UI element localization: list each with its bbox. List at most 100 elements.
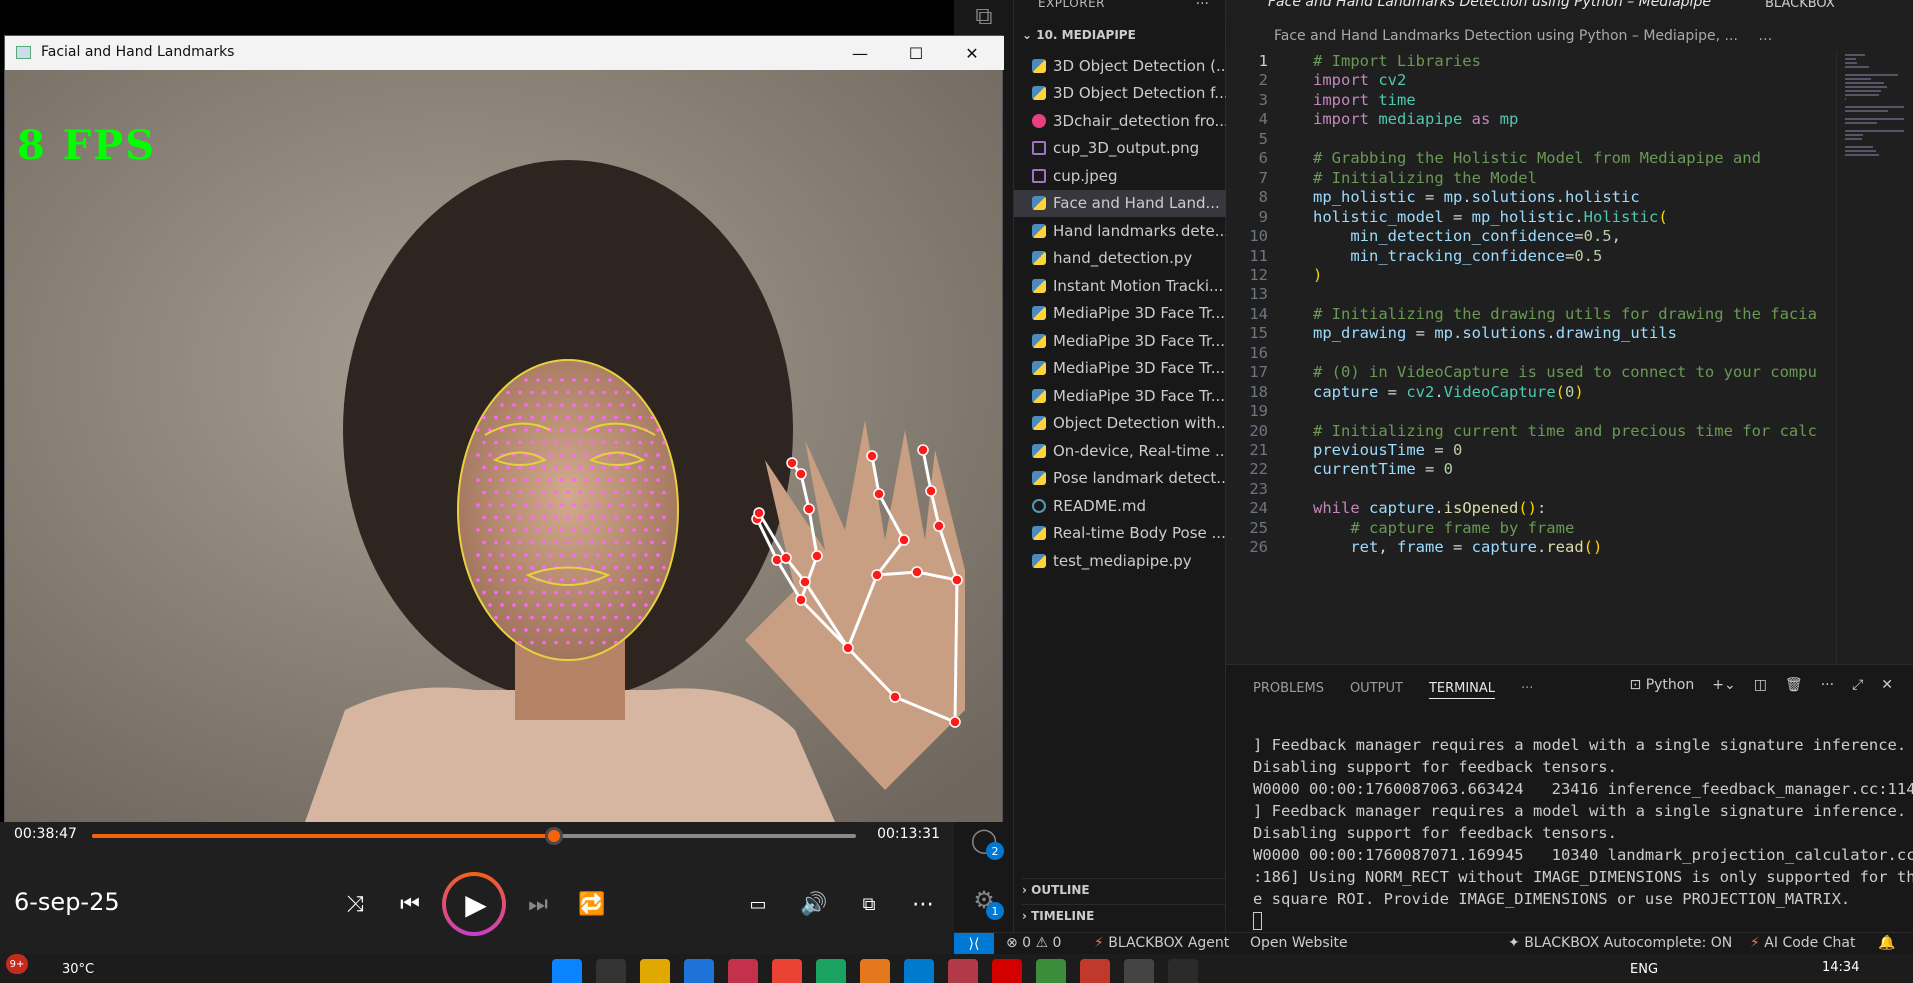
breadcrumb-file[interactable]: Face and Hand Landmarks Detection using … — [1274, 28, 1738, 44]
more-icon[interactable]: ··· — [1821, 677, 1834, 693]
terminal-shell[interactable]: ⊡ Python — [1630, 677, 1695, 693]
face-mesh-point — [536, 603, 540, 607]
face-mesh-point — [590, 390, 594, 395]
code-line[interactable]: 26 ret, frame = capture.read() — [1226, 538, 1836, 562]
firefox-icon[interactable] — [860, 959, 890, 983]
weather-widget[interactable]: 30°C — [28, 962, 94, 977]
file-item[interactable]: 3D Object Detection (... — [1014, 52, 1226, 80]
breadcrumb[interactable]: Face and Hand Landmarks Detection using … — [1226, 28, 1913, 50]
edge-icon[interactable] — [816, 959, 846, 983]
terminal-output[interactable]: ] Feedback manager requires a model with… — [1253, 734, 1913, 930]
seek-thumb[interactable] — [545, 827, 564, 845]
blackbox-label[interactable]: BLACKBOX — [1765, 0, 1835, 11]
bell-icon[interactable]: 🔔 — [1878, 935, 1895, 951]
maximize-panel-icon[interactable]: ⤢ — [1852, 677, 1863, 693]
app-icon[interactable] — [1080, 959, 1110, 983]
miniplayer-icon[interactable]: ⧉ — [851, 886, 887, 922]
minimize-icon[interactable]: — — [837, 40, 883, 66]
file-item[interactable]: 3D Object Detection f... — [1014, 80, 1226, 108]
file-item[interactable]: cup_3D_output.png — [1014, 135, 1226, 163]
face-mesh-point — [620, 478, 624, 482]
outline-section[interactable]: › OUTLINE — [1022, 878, 1226, 897]
mail-icon[interactable] — [728, 959, 758, 983]
files-icon[interactable]: ⧉ — [968, 0, 1000, 32]
tab-active[interactable]: Face and Hand Landmarks Detection using … — [1268, 0, 1738, 10]
file-item[interactable]: Pose landmark detect... — [1014, 465, 1226, 493]
autocomplete-status[interactable]: ✦ BLACKBOX Autocomplete: ON — [1508, 935, 1732, 951]
remote-icon[interactable]: ⟩⟨ — [954, 933, 994, 955]
file-explorer-icon[interactable] — [640, 959, 670, 983]
file-item[interactable]: 3Dchair_detection fro... — [1014, 107, 1226, 135]
notification-badge: 9+ — [6, 954, 28, 974]
panel-tab-3[interactable]: TERMINAL — [1428, 681, 1496, 699]
vscode-icon[interactable] — [904, 959, 934, 983]
terminal-icon: ⊡ — [1629, 677, 1642, 693]
chrome-icon[interactable] — [772, 959, 802, 983]
face-mesh-point — [566, 640, 570, 645]
explorer-more-button[interactable]: ··· — [1196, 0, 1209, 12]
breadcrumb-more[interactable]: … — [1758, 28, 1772, 44]
volume-icon[interactable]: 🔊 — [796, 886, 832, 922]
panel-tab-4[interactable]: ··· — [1521, 681, 1533, 699]
panel-tab-1[interactable]: PROBLEMS — [1253, 681, 1324, 699]
panel-tab-2[interactable]: OUTPUT — [1350, 681, 1403, 699]
file-item[interactable]: hand_detection.py — [1014, 245, 1226, 273]
media-icon[interactable] — [992, 959, 1022, 983]
file-item[interactable]: On-device, Real-time ... — [1014, 437, 1226, 465]
seek-bar[interactable]: 00:38:47 00:13:31 — [14, 826, 940, 846]
code-token: 0 — [1452, 441, 1463, 459]
file-name: Instant Motion Tracki... — [1053, 276, 1224, 295]
ai-chat-status[interactable]: ⚡ AI Code Chat — [1750, 935, 1855, 951]
gear-icon[interactable]: ⚙ 1 — [968, 884, 1004, 920]
account-icon[interactable]: ◯ 2 — [968, 824, 1004, 860]
shuffle-icon[interactable]: ⤨ — [337, 886, 373, 922]
close-panel-icon[interactable]: ✕ — [1881, 677, 1893, 693]
clock[interactable]: 14:34 — [1822, 960, 1859, 975]
file-item[interactable]: MediaPipe 3D Face Tr... — [1014, 327, 1226, 355]
maximize-icon[interactable]: ☐ — [893, 40, 939, 66]
timeline-section[interactable]: › TIMELINE — [1022, 904, 1226, 923]
close-icon[interactable]: ✕ — [949, 40, 995, 66]
blackbox-agent-status[interactable]: ⚡ BLACKBOX Agent — [1094, 935, 1229, 951]
language-indicator[interactable]: ENG — [1630, 962, 1658, 977]
file-item[interactable]: cup.jpeg — [1014, 162, 1226, 190]
next-icon[interactable]: ⏭ — [520, 886, 556, 922]
whatsapp-icon[interactable] — [1036, 959, 1066, 983]
seek-rail[interactable] — [92, 827, 856, 845]
search-icon[interactable] — [596, 959, 626, 983]
file-item[interactable]: test_mediapipe.py — [1014, 547, 1226, 575]
minimap[interactable] — [1836, 50, 1913, 664]
open-website-status[interactable]: Open Website — [1250, 935, 1348, 951]
start-icon[interactable] — [552, 959, 582, 983]
file-item[interactable]: Hand landmarks dete... — [1014, 217, 1226, 245]
repeat-icon[interactable]: 🔁 — [574, 886, 610, 922]
sparkle-icon: ✦ — [1508, 935, 1520, 951]
play-button[interactable]: ▶ — [442, 872, 506, 936]
folder-header[interactable]: ⌄ 10. MEDIAPIPE — [1022, 28, 1136, 42]
opencv-titlebar[interactable]: Facial and Hand Landmarks — ☐ ✕ — [5, 36, 1004, 70]
file-item[interactable]: MediaPipe 3D Face Tr... — [1014, 355, 1226, 383]
new-terminal-icon[interactable]: +⌄ — [1712, 677, 1735, 693]
previous-icon[interactable]: ⏮ — [392, 886, 428, 922]
code-editor[interactable]: 1 # Import Libraries 2 import cv2 3 import ti… — [1226, 50, 1836, 664]
calendar-icon[interactable] — [948, 959, 978, 983]
store-icon[interactable] — [684, 959, 714, 983]
subtitles-icon[interactable]: ▭ — [740, 886, 776, 922]
file-item[interactable]: README.md — [1014, 492, 1226, 520]
more-options-icon[interactable]: ⋯ — [905, 886, 941, 922]
trash-icon[interactable]: 🗑 — [1785, 677, 1803, 693]
file-name: MediaPipe 3D Face Tr... — [1053, 359, 1226, 378]
problems-status[interactable]: ⊗ 0 ⚠ 0 — [1006, 935, 1061, 951]
file-item[interactable]: MediaPipe 3D Face Tr... — [1014, 382, 1226, 410]
split-terminal-icon[interactable]: ◫ — [1754, 677, 1767, 693]
obs-icon[interactable] — [1124, 959, 1154, 983]
file-item[interactable]: Instant Motion Tracki... — [1014, 272, 1226, 300]
face-mesh-point — [596, 553, 600, 557]
terminal-app-icon[interactable] — [1168, 959, 1198, 983]
face-mesh-point — [620, 503, 624, 507]
file-name: test_mediapipe.py — [1053, 551, 1192, 570]
file-item[interactable]: MediaPipe 3D Face Tr... — [1014, 300, 1226, 328]
file-item[interactable]: Face and Hand Land... — [1014, 189, 1226, 217]
file-item[interactable]: Real-time Body Pose ... — [1014, 520, 1226, 548]
file-item[interactable]: Object Detection with... — [1014, 410, 1226, 438]
